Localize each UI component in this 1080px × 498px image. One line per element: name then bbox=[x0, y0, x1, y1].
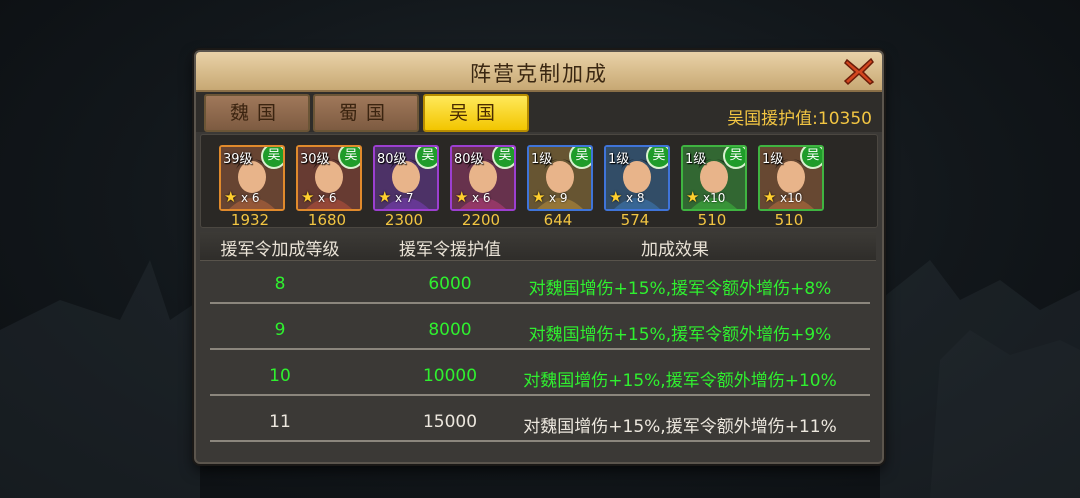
hero-card[interactable]: 1级 吴 ★ x 9 bbox=[527, 145, 593, 211]
hero-card[interactable]: 39级吴 ★ x 6 bbox=[219, 145, 285, 211]
hero-power: 510 bbox=[697, 211, 727, 229]
column-header-effect: 加成效果 bbox=[641, 240, 709, 260]
hero-card[interactable]: 30级吴 ★ x 6 bbox=[296, 145, 362, 211]
close-icon[interactable] bbox=[842, 56, 876, 86]
star-icon: ★ bbox=[455, 188, 469, 206]
wu-faction-badge-icon: 吴 bbox=[800, 147, 822, 169]
tab-shu[interactable]: 蜀国 bbox=[313, 94, 419, 132]
row-divider bbox=[210, 302, 870, 304]
table-row: 9 8000 对魏国增伤+15%,援军令额外增伤+9% bbox=[210, 312, 870, 348]
hero-card[interactable]: 80级吴 ★ x 6 bbox=[450, 145, 516, 211]
star-icon: ★ bbox=[378, 188, 392, 206]
row-effect: 对魏国增伤+15%,援军令额外增伤+11% bbox=[523, 417, 837, 437]
hero-level: 80级 bbox=[454, 152, 484, 167]
hero-star-count: x 6 bbox=[318, 191, 337, 205]
row-aid-value: 8000 bbox=[428, 320, 472, 340]
hero-star-count: x 6 bbox=[241, 191, 260, 205]
row-level: 11 bbox=[269, 412, 291, 432]
hero-card[interactable]: 1级 吴 ★ x10 bbox=[681, 145, 747, 211]
wu-faction-badge-icon: 吴 bbox=[261, 147, 283, 169]
dialog-title: 阵营克制加成 bbox=[470, 62, 608, 86]
faction-tabs: 魏国 蜀国 吴国 吴国援护值:10350 bbox=[196, 92, 882, 132]
hero-star-count: x 9 bbox=[549, 191, 568, 205]
faction-bonus-dialog: 阵营克制加成 魏国 蜀国 吴国 吴国援护值:10350 39级吴 ★ x 6 1932… bbox=[194, 50, 884, 464]
hero-level: 1级 bbox=[531, 152, 553, 167]
table-row: 11 15000 对魏国增伤+15%,援军令额外增伤+11% bbox=[210, 404, 870, 440]
star-icon: ★ bbox=[532, 188, 546, 206]
table-row: 8 6000 对魏国增伤+15%,援军令额外增伤+8% bbox=[210, 266, 870, 302]
wu-faction-badge-icon: 吴 bbox=[569, 147, 591, 169]
table-row: 10 10000 对魏国增伤+15%,援军令额外增伤+10% bbox=[210, 358, 870, 394]
column-header-value: 援军令援护值 bbox=[399, 240, 501, 260]
dialog-title-bar: 阵营克制加成 bbox=[196, 52, 882, 92]
star-icon: ★ bbox=[301, 188, 315, 206]
row-aid-value: 15000 bbox=[422, 412, 478, 432]
row-aid-value: 10000 bbox=[422, 366, 478, 386]
row-divider bbox=[210, 394, 870, 396]
wu-faction-badge-icon: 吴 bbox=[492, 147, 514, 169]
hero-level: 80级 bbox=[377, 152, 407, 167]
hero-star-count: x 8 bbox=[626, 191, 645, 205]
hero-star-count: x 6 bbox=[472, 191, 491, 205]
row-level: 9 bbox=[274, 320, 286, 340]
wu-faction-badge-icon: 吴 bbox=[646, 147, 668, 169]
hero-power: 1680 bbox=[307, 211, 347, 229]
hero-star-count: x10 bbox=[703, 191, 726, 205]
hero-power: 2300 bbox=[384, 211, 424, 229]
hero-card[interactable]: 1级 吴 ★ x 8 bbox=[604, 145, 670, 211]
tab-wu[interactable]: 吴国 bbox=[423, 94, 529, 132]
star-icon: ★ bbox=[763, 188, 777, 206]
hero-list: 39级吴 ★ x 6 1932 30级吴 ★ x 6 1680 80级吴 ★ x 7 2300 80级吴… bbox=[200, 134, 878, 229]
hero-level: 39级 bbox=[223, 152, 253, 167]
hero-level: 1级 bbox=[762, 152, 784, 167]
hero-power: 574 bbox=[620, 211, 650, 229]
star-icon: ★ bbox=[686, 188, 700, 206]
wu-aid-value: 吴国援护值:10350 bbox=[727, 109, 872, 129]
hero-power: 644 bbox=[543, 211, 573, 229]
star-icon: ★ bbox=[609, 188, 623, 206]
row-effect: 对魏国增伤+15%,援军令额外增伤+9% bbox=[528, 325, 832, 345]
star-icon: ★ bbox=[224, 188, 238, 206]
hero-star-count: x10 bbox=[780, 191, 803, 205]
hero-level: 30级 bbox=[300, 152, 330, 167]
row-level: 10 bbox=[269, 366, 291, 386]
wu-faction-badge-icon: 吴 bbox=[723, 147, 745, 169]
hero-card[interactable]: 80级吴 ★ x 7 bbox=[373, 145, 439, 211]
table-header: 援军令加成等级 援军令援护值 加成效果 bbox=[200, 232, 876, 261]
hero-power: 510 bbox=[774, 211, 804, 229]
wu-faction-badge-icon: 吴 bbox=[338, 147, 360, 169]
hero-card[interactable]: 1级 吴 ★ x10 bbox=[758, 145, 824, 211]
hero-level: 1级 bbox=[685, 152, 707, 167]
row-effect: 对魏国增伤+15%,援军令额外增伤+10% bbox=[523, 371, 837, 391]
row-effect: 对魏国增伤+15%,援军令额外增伤+8% bbox=[528, 279, 832, 299]
wu-faction-badge-icon: 吴 bbox=[415, 147, 437, 169]
row-aid-value: 6000 bbox=[428, 274, 472, 294]
hero-star-count: x 7 bbox=[395, 191, 414, 205]
row-divider bbox=[210, 440, 870, 442]
row-divider bbox=[210, 348, 870, 350]
hero-power: 1932 bbox=[230, 211, 270, 229]
hero-power: 2200 bbox=[461, 211, 501, 229]
tab-wei[interactable]: 魏国 bbox=[204, 94, 310, 132]
row-level: 8 bbox=[274, 274, 286, 294]
hero-level: 1级 bbox=[608, 152, 630, 167]
column-header-level: 援军令加成等级 bbox=[220, 240, 340, 260]
